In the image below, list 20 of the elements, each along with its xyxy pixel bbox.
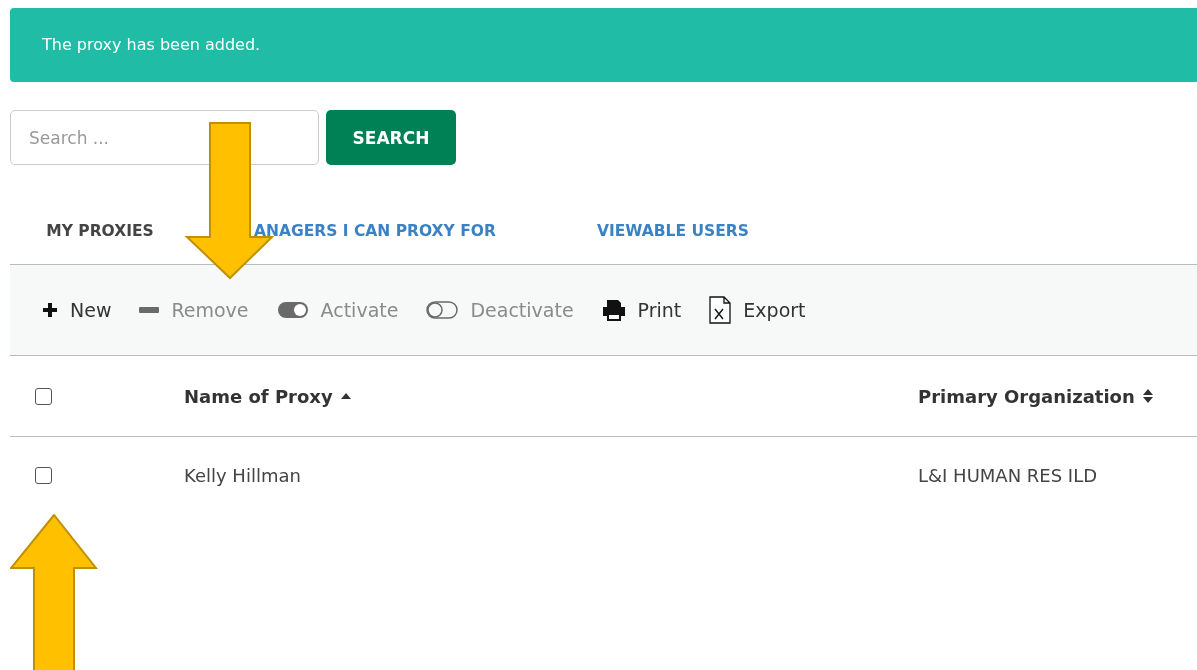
- table-cell: Kelly Hillman: [184, 464, 301, 486]
- toggle-on-icon: [276, 301, 309, 319]
- tab[interactable]: VIEWABLE USERS: [597, 222, 749, 240]
- new-button[interactable]: New: [42, 299, 112, 321]
- success-alert: The proxy has been added.: [10, 8, 1197, 82]
- print-button[interactable]: Print: [601, 299, 682, 321]
- excel-file-icon: [709, 296, 732, 324]
- toggle-off-icon: [426, 301, 459, 319]
- plus-icon: [42, 302, 58, 318]
- search-button[interactable]: SEARCH: [326, 110, 456, 165]
- tab[interactable]: MY PROXIES: [46, 222, 154, 240]
- tab[interactable]: ANAGERS I CAN PROXY FOR: [254, 222, 597, 240]
- select-all-checkbox[interactable]: [35, 387, 52, 405]
- column-header[interactable]: Name of Proxy: [184, 385, 333, 407]
- table-cell: L&I HUMAN RES ILD: [918, 464, 1098, 486]
- printer-icon: [601, 299, 626, 321]
- minus-icon: [139, 307, 160, 313]
- column-header[interactable]: Primary Organization: [918, 385, 1135, 407]
- row-checkbox[interactable]: [35, 466, 52, 484]
- export-button[interactable]: Export: [709, 296, 806, 324]
